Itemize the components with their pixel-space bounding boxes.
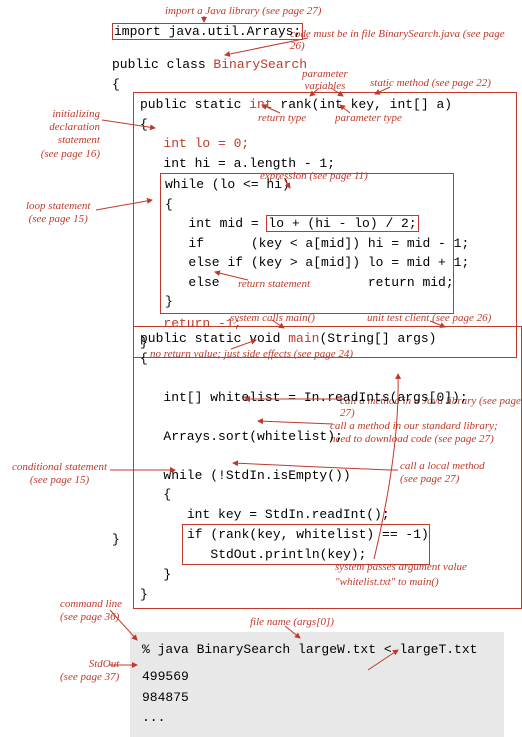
cmd-line: % java BinarySearch largeW.txt < largeT.… <box>142 640 492 661</box>
rank-signature: public static int rank(int key, int[] a)… <box>140 95 510 173</box>
class-decl: public class BinarySearch { <box>112 55 307 94</box>
while-block: while (lo <= hi) { int mid = lo + (hi - … <box>160 173 454 314</box>
command-line-block: % java BinarySearch largeW.txt < largeT.… <box>130 632 504 737</box>
mid-expression: lo + (hi - lo) / 2; <box>266 215 418 232</box>
annot-import-lib: import a Java library (see page 27) <box>165 5 321 17</box>
out-line1: 499569 <box>142 667 492 688</box>
annot-cmd: command line(see page 36) <box>60 598 122 624</box>
while-header: while (lo <= hi) { int mid = lo + (hi - … <box>165 175 449 312</box>
annot-init-decl: initializingdeclaration statement(see pa… <box>20 108 100 161</box>
main-signature: public static void main(String[] args) {… <box>140 329 515 524</box>
main-method-box: public static void main(String[] args) {… <box>133 326 522 609</box>
annot-loop: loop statement(see page 15) <box>26 200 90 226</box>
annot-param-var: parametervariables <box>302 68 348 92</box>
annot-static-method: static method (see page 22) <box>370 77 491 89</box>
conditional-box: if (rank(key, whitelist) == -1) StdOut.p… <box>182 524 430 565</box>
closing-brace: } <box>112 530 120 550</box>
rank-method-box: public static int rank(int key, int[] a)… <box>133 92 517 358</box>
out-line2: 984875 <box>142 688 492 709</box>
annot-file-name: file name (args[0]) <box>250 616 334 628</box>
import-statement: import java.util.Arrays; <box>112 22 303 42</box>
annot-cond: conditional statement(see page 15) <box>12 461 107 487</box>
annot-code-file: code must be in file BinarySearch.java (… <box>290 28 522 52</box>
out-ellipsis: ... <box>142 708 492 729</box>
annot-stdout: StdOut(see page 37) <box>60 658 119 684</box>
